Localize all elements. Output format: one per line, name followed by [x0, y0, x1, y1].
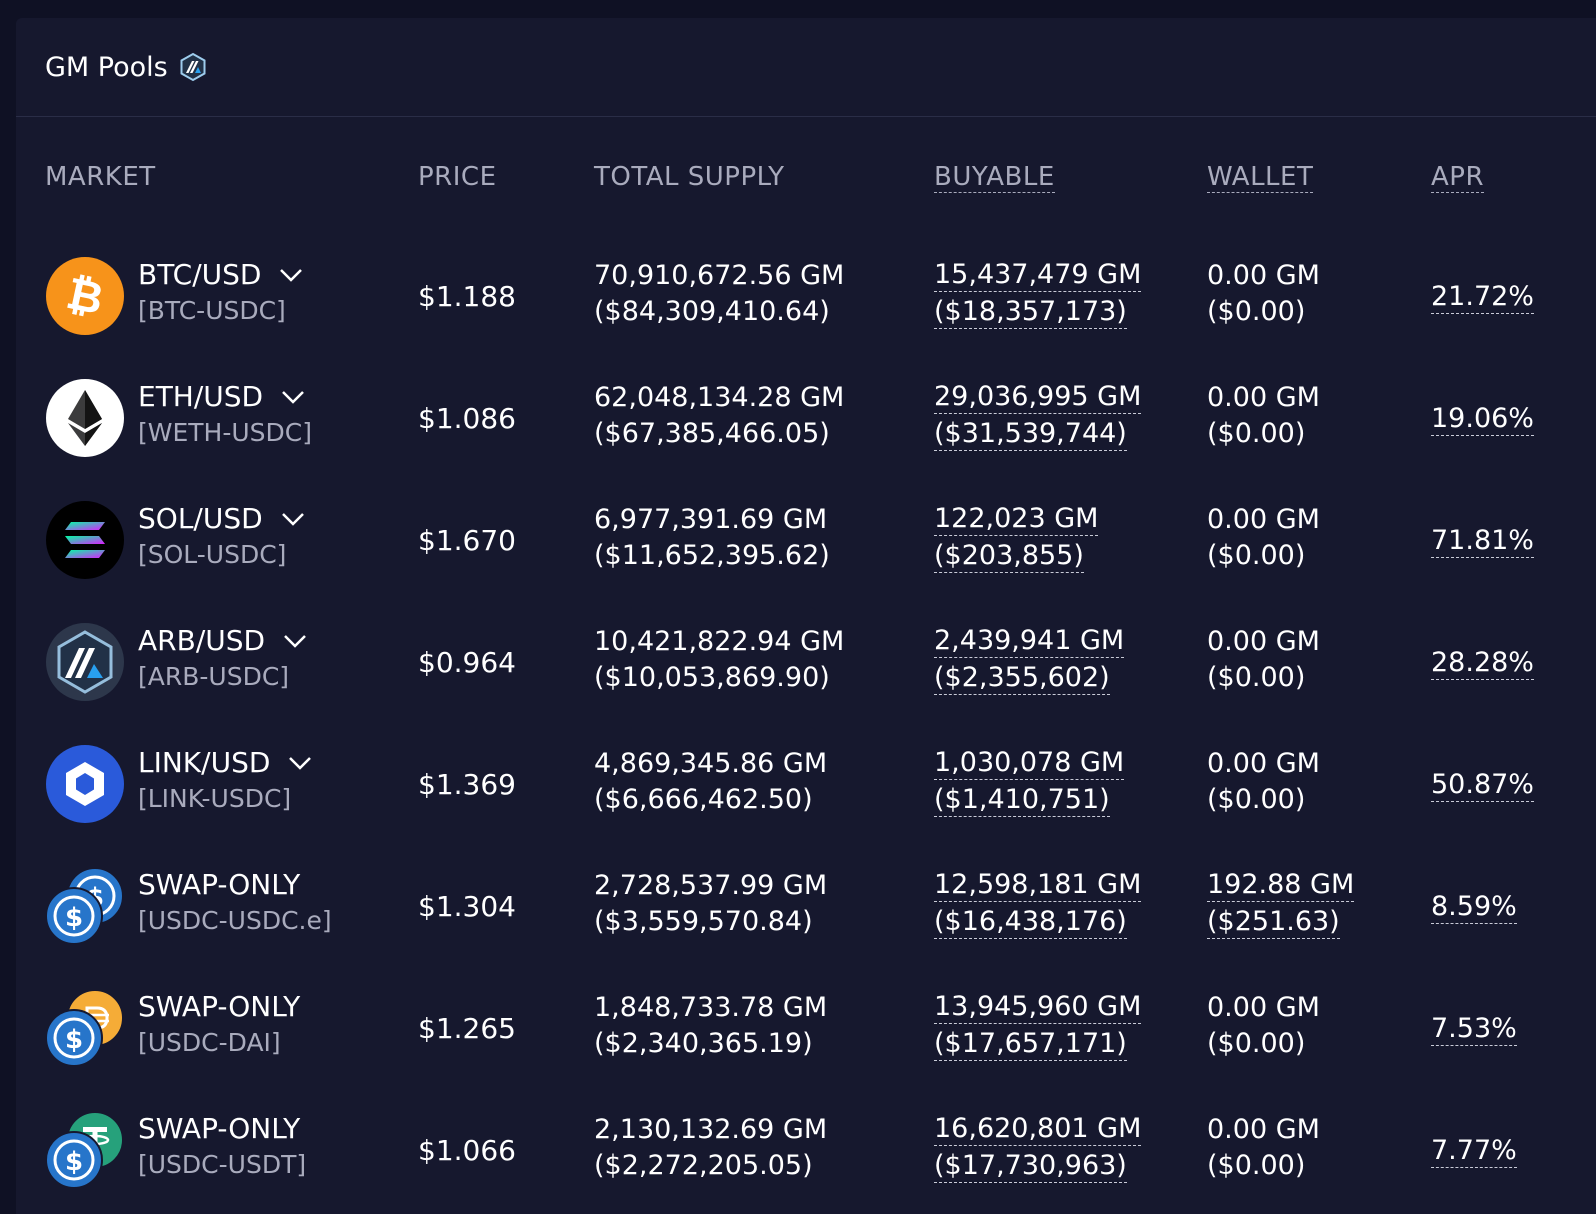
total-supply: 70,910,672.56 GM ($84,309,410.64)	[594, 260, 845, 327]
buyable-value[interactable]: 15,437,479 GM ($18,357,173)	[934, 258, 1142, 332]
chevron-down-icon[interactable]	[279, 268, 303, 282]
price-value: $1.188	[418, 280, 516, 313]
market-pair: [ARB-USDC]	[138, 662, 290, 691]
market-name[interactable]: ARB/USD	[138, 624, 307, 657]
market-pair: [LINK-USDC]	[138, 784, 292, 813]
chevron-down-icon[interactable]	[283, 634, 307, 648]
total-supply: 10,421,822.94 GM ($10,053,869.90)	[594, 626, 845, 693]
usdc-usdce-icon: $ $	[45, 867, 124, 945]
total-supply: 62,048,134.28 GM ($67,385,466.05)	[594, 382, 845, 449]
total-supply: 2,130,132.69 GM ($2,272,205.05)	[594, 1114, 828, 1181]
market-pair: [USDC-USDT]	[138, 1150, 307, 1179]
market-name: SWAP-ONLY	[138, 1112, 301, 1145]
price-value: $1.086	[418, 402, 516, 435]
column-total-supply: TOTAL SUPPLY	[594, 162, 785, 192]
market-pair: [WETH-USDC]	[138, 418, 312, 447]
price-value: $1.265	[418, 1012, 516, 1045]
apr-value[interactable]: 7.77%	[1431, 1134, 1517, 1168]
pools-table: MARKET PRICE TOTAL SUPPLY BUYABLE WALLET…	[45, 158, 1596, 1189]
wallet-value: 0.00 GM ($0.00)	[1207, 1114, 1320, 1181]
column-wallet[interactable]: WALLET	[1207, 162, 1314, 193]
chevron-down-icon[interactable]	[281, 512, 305, 526]
table-row[interactable]: ARB/USD [ARB-USDC] $0.964 10,421,822.94 …	[45, 602, 1596, 724]
panel-header: GM Pools	[16, 18, 1596, 117]
svg-text:$: $	[65, 1025, 83, 1055]
market-name: SWAP-ONLY	[138, 990, 301, 1023]
solana-icon	[46, 501, 124, 579]
wallet-value: 0.00 GM ($0.00)	[1207, 626, 1320, 693]
buyable-value[interactable]: 12,598,181 GM ($16,438,176)	[934, 868, 1142, 942]
ethereum-icon	[46, 379, 124, 457]
apr-value[interactable]: 21.72%	[1431, 280, 1534, 314]
apr-value[interactable]: 50.87%	[1431, 768, 1534, 802]
table-row[interactable]: $ $ SWAP-ONLY [USDC-USDC.e] $1.304 2,728…	[45, 846, 1596, 968]
svg-text:$: $	[65, 1147, 83, 1177]
table-row[interactable]: $ SWAP-ONLY [USDC-USDT] $1.066 2,130,132…	[45, 1090, 1596, 1212]
arbitrum-icon	[46, 623, 124, 701]
price-value: $1.369	[418, 768, 516, 801]
apr-value[interactable]: 8.59%	[1431, 890, 1517, 924]
column-price: PRICE	[418, 162, 497, 192]
market-name[interactable]: LINK/USD	[138, 746, 312, 779]
wallet-value: 0.00 GM ($0.00)	[1207, 260, 1320, 327]
buyable-value[interactable]: 13,945,960 GM ($17,657,171)	[934, 990, 1142, 1064]
buyable-value[interactable]: 16,620,801 GM ($17,730,963)	[934, 1112, 1142, 1186]
chevron-down-icon[interactable]	[288, 756, 312, 770]
wallet-value: 0.00 GM ($0.00)	[1207, 504, 1320, 571]
buyable-value[interactable]: 2,439,941 GM ($2,355,602)	[934, 624, 1125, 698]
price-value: $1.304	[418, 890, 516, 923]
table-header: MARKET PRICE TOTAL SUPPLY BUYABLE WALLET…	[45, 158, 1596, 202]
market-pair: [USDC-USDC.e]	[138, 906, 332, 935]
apr-value[interactable]: 28.28%	[1431, 646, 1534, 680]
column-buyable[interactable]: BUYABLE	[934, 162, 1055, 193]
apr-value[interactable]: 71.81%	[1431, 524, 1534, 558]
column-market: MARKET	[45, 162, 156, 192]
bitcoin-icon: ₿	[46, 257, 124, 335]
chevron-down-icon[interactable]	[281, 390, 305, 404]
market-name: SWAP-ONLY	[138, 868, 301, 901]
table-row[interactable]: SOL/USD [SOL-USDC] $1.670 6,977,391.69 G…	[45, 480, 1596, 602]
table-row[interactable]: $ SWAP-ONLY [USDC-DAI] $1.265 1,848,733.…	[45, 968, 1596, 1090]
table-row[interactable]: ETH/USD [WETH-USDC] $1.086 62,048,134.28…	[45, 358, 1596, 480]
market-name[interactable]: SOL/USD	[138, 502, 305, 535]
chainlink-icon	[46, 745, 124, 823]
page-title: GM Pools	[45, 51, 168, 83]
total-supply: 2,728,537.99 GM ($3,559,570.84)	[594, 870, 828, 937]
wallet-value: 0.00 GM ($0.00)	[1207, 748, 1320, 815]
usdc-dai-icon: $	[45, 989, 124, 1067]
price-value: $1.066	[418, 1134, 516, 1167]
wallet-value[interactable]: 192.88 GM ($251.63)	[1207, 868, 1355, 942]
market-name[interactable]: ETH/USD	[138, 380, 305, 413]
market-pair: [SOL-USDC]	[138, 540, 287, 569]
svg-text:$: $	[65, 903, 83, 933]
price-value: $0.964	[418, 646, 516, 679]
gm-pools-panel: GM Pools MARKET PRICE TOTAL SUPPLY BUYAB…	[16, 18, 1596, 1214]
price-value: $1.670	[418, 524, 516, 557]
arbitrum-network-icon	[180, 52, 206, 82]
wallet-value: 0.00 GM ($0.00)	[1207, 382, 1320, 449]
market-pair: [USDC-DAI]	[138, 1028, 281, 1057]
total-supply: 6,977,391.69 GM ($11,652,395.62)	[594, 504, 830, 571]
market-name[interactable]: BTC/USD	[138, 258, 303, 291]
apr-value[interactable]: 7.53%	[1431, 1012, 1517, 1046]
buyable-value[interactable]: 29,036,995 GM ($31,539,744)	[934, 380, 1142, 454]
buyable-value[interactable]: 122,023 GM ($203,855)	[934, 502, 1099, 576]
total-supply: 4,869,345.86 GM ($6,666,462.50)	[594, 748, 828, 815]
apr-value[interactable]: 19.06%	[1431, 402, 1534, 436]
buyable-value[interactable]: 1,030,078 GM ($1,410,751)	[934, 746, 1125, 820]
usdc-usdt-icon: $	[45, 1111, 124, 1189]
column-apr[interactable]: APR	[1431, 162, 1485, 193]
table-row[interactable]: LINK/USD [LINK-USDC] $1.369 4,869,345.86…	[45, 724, 1596, 846]
total-supply: 1,848,733.78 GM ($2,340,365.19)	[594, 992, 828, 1059]
wallet-value: 0.00 GM ($0.00)	[1207, 992, 1320, 1059]
table-row[interactable]: ₿ BTC/USD [BTC-USDC] $1.188 70,910,672.5…	[45, 236, 1596, 358]
market-pair: [BTC-USDC]	[138, 296, 286, 325]
